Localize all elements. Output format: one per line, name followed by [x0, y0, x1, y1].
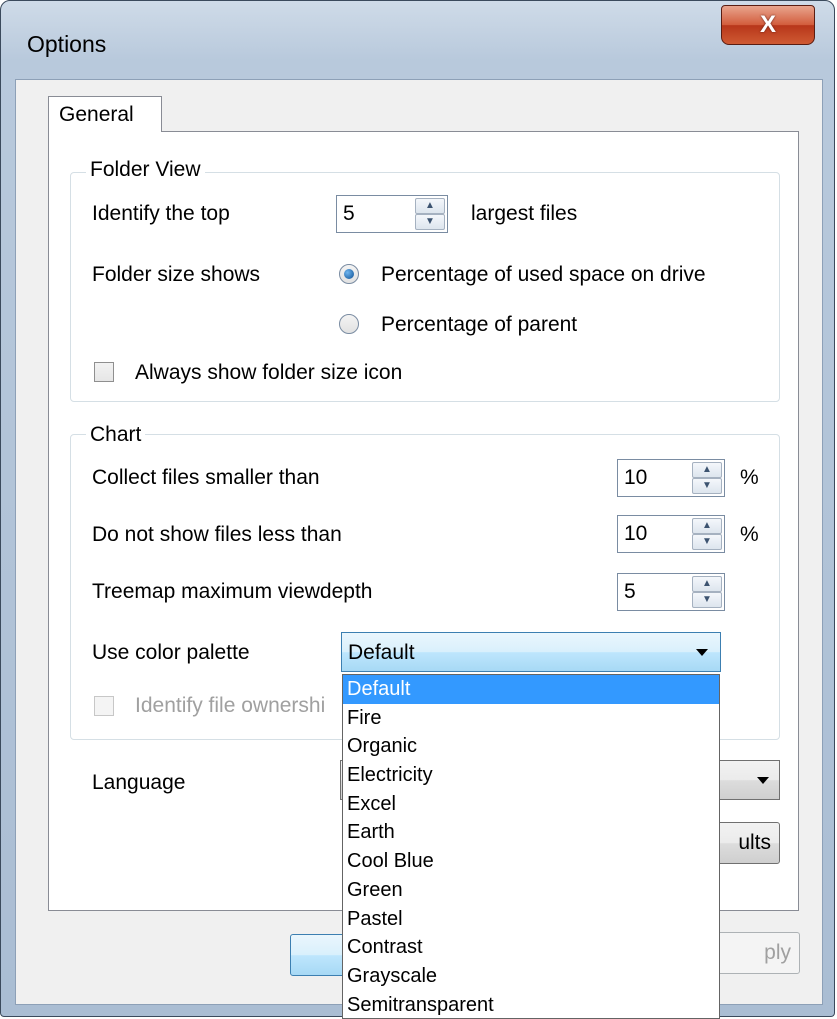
radio-parent[interactable] — [339, 314, 359, 334]
collect-files-label: Collect files smaller than — [92, 466, 320, 489]
list-item[interactable]: Grayscale — [343, 962, 719, 991]
chevron-down-icon — [696, 649, 708, 656]
spin-down-icon[interactable]: ▼ — [692, 592, 722, 608]
list-item[interactable]: Default — [343, 675, 719, 704]
list-item[interactable]: Earth — [343, 818, 719, 847]
chart-title: Chart — [86, 423, 146, 447]
radio-used-space[interactable] — [339, 264, 359, 284]
spin-up-icon[interactable]: ▲ — [692, 462, 722, 478]
treemap-depth-label: Treemap maximum viewdepth — [92, 580, 373, 603]
color-palette-dropdown-list: Default Fire Organic Electricity Excel E… — [342, 674, 720, 1019]
always-show-icon-label[interactable]: Always show folder size icon — [135, 361, 402, 385]
spin-down-icon[interactable]: ▼ — [415, 214, 445, 230]
window-title: Options — [27, 31, 107, 57]
language-label: Language — [92, 771, 186, 794]
list-item[interactable]: Excel — [343, 790, 719, 819]
collect-files-unit: % — [740, 466, 759, 489]
list-item[interactable]: Electricity — [343, 761, 719, 790]
collect-files-value: 10 — [624, 466, 648, 489]
list-item[interactable]: Semitransparent — [343, 991, 719, 1018]
color-palette-select[interactable]: Default — [341, 632, 721, 672]
spin-down-icon[interactable]: ▼ — [692, 534, 722, 550]
chevron-down-icon — [757, 777, 769, 784]
spin-up-icon[interactable]: ▲ — [692, 518, 722, 534]
color-palette-label: Use color palette — [92, 641, 250, 664]
list-item[interactable]: Green — [343, 876, 719, 905]
close-button[interactable]: X — [721, 5, 815, 45]
treemap-depth-value: 5 — [624, 580, 636, 603]
hide-files-label: Do not show files less than — [92, 523, 342, 546]
hide-files-stepper[interactable]: 10 ▲ ▼ — [617, 515, 725, 553]
list-item[interactable]: Contrast — [343, 933, 719, 962]
color-palette-value: Default — [348, 641, 415, 664]
always-show-icon-checkbox[interactable] — [94, 362, 114, 382]
close-icon: X — [759, 11, 776, 38]
treemap-depth-stepper[interactable]: 5 ▲ ▼ — [617, 573, 725, 611]
collect-files-stepper[interactable]: 10 ▲ ▼ — [617, 459, 725, 497]
folder-view-title: Folder View — [86, 158, 205, 182]
spin-up-icon[interactable]: ▲ — [415, 198, 445, 214]
list-item[interactable]: Fire — [343, 704, 719, 733]
top-files-suffix: largest files — [471, 202, 578, 225]
spin-up-icon[interactable]: ▲ — [692, 576, 722, 592]
tab-general[interactable]: General — [48, 96, 162, 132]
list-item[interactable]: Cool Blue — [343, 847, 719, 876]
file-ownership-checkbox[interactable] — [94, 696, 114, 716]
top-files-label: Identify the top — [92, 202, 230, 225]
hide-files-unit: % — [740, 523, 759, 546]
top-files-stepper[interactable]: 5 ▲ ▼ — [336, 195, 448, 233]
spin-down-icon[interactable]: ▼ — [692, 478, 722, 494]
hide-files-value: 10 — [624, 522, 648, 545]
radio-used-space-label[interactable]: Percentage of used space on drive — [381, 263, 706, 287]
list-item[interactable]: Organic — [343, 732, 719, 761]
radio-parent-label[interactable]: Percentage of parent — [381, 313, 577, 337]
file-ownership-label: Identify file ownershi — [135, 694, 326, 717]
folder-size-label: Folder size shows — [92, 263, 261, 286]
list-item[interactable]: Pastel — [343, 905, 719, 934]
top-files-value: 5 — [343, 202, 355, 225]
